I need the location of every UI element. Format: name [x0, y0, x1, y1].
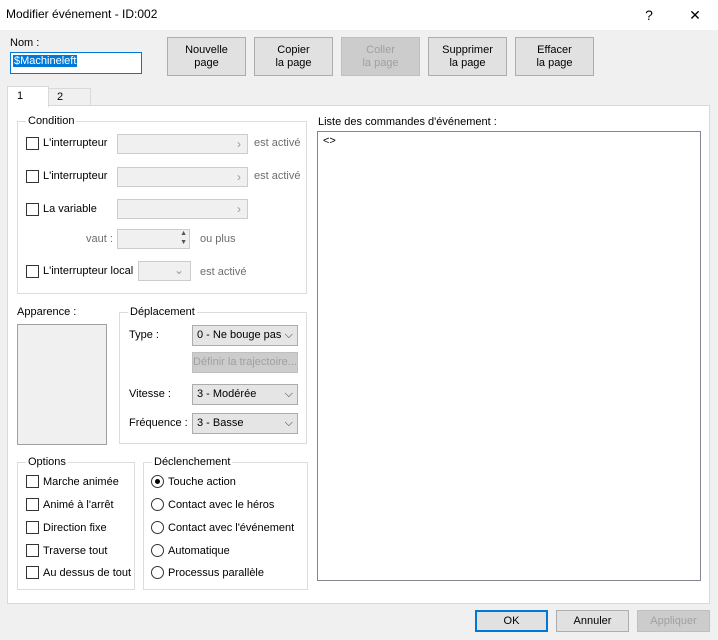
variable-selector[interactable]: ›	[117, 199, 248, 219]
frequency-label: Fréquence :	[129, 417, 188, 429]
option-through-label: Traverse tout	[43, 545, 108, 557]
vaut-label: vaut :	[86, 233, 113, 245]
or-more-label: ou plus	[200, 233, 236, 245]
commands-label: Liste des commandes d'événement :	[318, 116, 497, 128]
chevron-down-icon: ⌄	[173, 263, 184, 277]
type-value: 0 - Ne bouge pas	[197, 329, 282, 341]
switch2-selector[interactable]: ›	[117, 167, 248, 187]
stepper-down-icon[interactable]: ▼	[180, 239, 187, 246]
trigger-event-touch-label: Contact avec l'événement	[168, 522, 295, 534]
help-button[interactable]: ?	[626, 0, 672, 30]
speed-value: 3 - Modérée	[197, 388, 257, 400]
apply-button[interactable]: Appliquer	[637, 610, 710, 632]
speed-select[interactable]: 3 - Modérée ⌵	[192, 384, 298, 405]
chevron-right-icon: ›	[237, 170, 241, 184]
switch1-checkbox[interactable]	[26, 137, 39, 150]
new-page-button[interactable]: Nouvelle page	[167, 37, 246, 76]
switch2-suffix: est activé	[254, 170, 301, 182]
local-switch-label: L'interrupteur local	[43, 265, 134, 277]
trigger-autorun-radio[interactable]	[151, 544, 164, 557]
clear-page-button[interactable]: Effacer la page	[515, 37, 594, 76]
switch2-checkbox[interactable]	[26, 170, 39, 183]
switch1-selector[interactable]: ›	[117, 134, 248, 154]
frequency-select[interactable]: 3 - Basse ⌵	[192, 413, 298, 434]
stepper-up-icon[interactable]: ▲	[180, 230, 187, 237]
tab-2[interactable]: 2	[48, 88, 91, 106]
type-select[interactable]: 0 - Ne bouge pas ⌵	[192, 325, 298, 346]
local-switch-suffix: est activé	[200, 266, 247, 278]
option-through-checkbox[interactable]	[26, 544, 39, 557]
delete-page-button[interactable]: Supprimer la page	[428, 37, 507, 76]
tab-1-label: 1	[17, 90, 24, 102]
chevron-right-icon: ›	[237, 137, 241, 151]
chevron-right-icon: ›	[237, 202, 241, 216]
title-bar: Modifier événement - ID:002 ? ✕	[0, 0, 718, 30]
appearance-preview[interactable]	[17, 324, 107, 445]
option-walk-anim-label: Marche animée	[43, 476, 119, 488]
trigger-parallel-label: Processus parallèle	[168, 567, 264, 579]
trigger-player-touch-label: Contact avec le héros	[168, 499, 275, 511]
window-title: Modifier événement - ID:002	[6, 7, 158, 21]
trigger-player-touch-radio[interactable]	[151, 498, 164, 511]
cancel-button[interactable]: Annuler	[556, 610, 629, 632]
movement-title: Déplacement	[128, 306, 197, 318]
appearance-label: Apparence :	[17, 306, 77, 318]
tab-1[interactable]: 1	[7, 86, 49, 107]
copy-page-button[interactable]: Copier la page	[254, 37, 333, 76]
switch1-label: L'interrupteur	[43, 137, 108, 149]
switch1-suffix: est activé	[254, 137, 301, 149]
variable-checkbox[interactable]	[26, 203, 39, 216]
type-label: Type :	[129, 329, 159, 341]
trigger-title: Déclenchement	[152, 456, 233, 468]
chevron-down-icon: ⌵	[284, 329, 293, 341]
name-input-value: $Machineleft	[13, 55, 78, 67]
trigger-action-radio[interactable]	[151, 475, 164, 488]
option-walk-anim-checkbox[interactable]	[26, 475, 39, 488]
name-input[interactable]: $Machineleft	[10, 52, 142, 74]
frequency-value: 3 - Basse	[197, 417, 244, 429]
tab-2-label: 2	[57, 91, 64, 103]
options-title: Options	[26, 456, 68, 468]
ok-button[interactable]: OK	[475, 610, 548, 632]
option-step-anim-label: Animé à l'arrêt	[43, 499, 114, 511]
chevron-down-icon: ⌵	[284, 417, 293, 429]
variable-value-stepper[interactable]: ▲ ▼	[117, 229, 190, 249]
option-step-anim-checkbox[interactable]	[26, 498, 39, 511]
switch2-label: L'interrupteur	[43, 170, 108, 182]
local-switch-checkbox[interactable]	[26, 265, 39, 278]
trigger-event-touch-radio[interactable]	[151, 521, 164, 534]
option-always-on-top-checkbox[interactable]	[26, 566, 39, 579]
trigger-action-label: Touche action	[168, 476, 236, 488]
name-label: Nom :	[10, 37, 40, 49]
close-button[interactable]: ✕	[672, 0, 718, 30]
commands-list[interactable]: <>	[317, 131, 701, 581]
option-always-on-top-label: Au dessus de tout	[43, 567, 132, 579]
speed-label: Vitesse :	[129, 388, 171, 400]
paste-page-button[interactable]: Coller la page	[341, 37, 420, 76]
trigger-autorun-label: Automatique	[168, 545, 230, 557]
option-direction-fix-label: Direction fixe	[43, 522, 107, 534]
option-direction-fix-checkbox[interactable]	[26, 521, 39, 534]
command-item[interactable]: <>	[323, 135, 336, 147]
variable-label: La variable	[43, 203, 97, 215]
chevron-down-icon: ⌵	[284, 388, 293, 400]
trigger-parallel-radio[interactable]	[151, 566, 164, 579]
local-switch-select[interactable]: ⌄	[138, 261, 191, 281]
define-route-button[interactable]: Définir la trajectoire...	[192, 352, 298, 373]
condition-title: Condition	[26, 115, 77, 127]
